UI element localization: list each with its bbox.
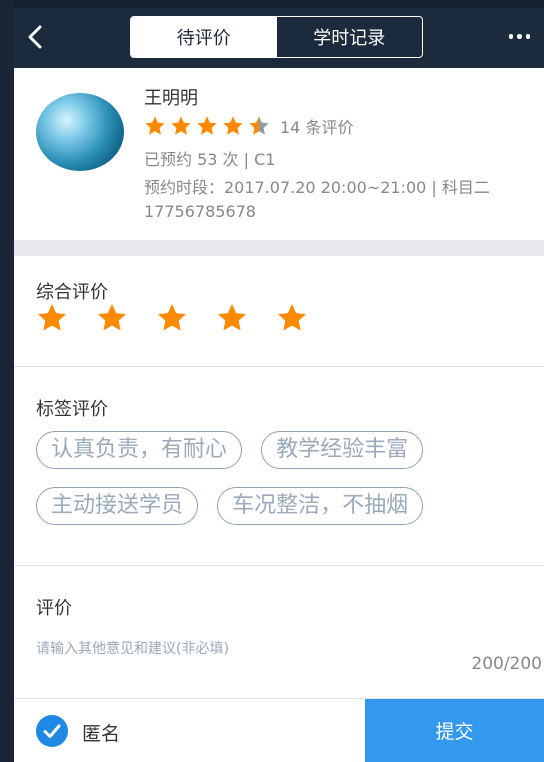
coach-profile-card: 王明明 14 条评价 已预约 53 次 | C1 预约时段：2017.07.20…: [14, 68, 544, 240]
star-icon: [223, 116, 243, 135]
booking-slot: 预约时段：2017.07.20 20:00~21:00 | 科目二: [144, 178, 490, 197]
star-icon: [171, 116, 191, 135]
segmented-tabs: 待评价 学时记录: [130, 16, 423, 58]
comment-title: 评价: [36, 598, 72, 619]
tab-hour-records[interactable]: 学时记录: [277, 17, 423, 57]
section-gap: [14, 240, 544, 256]
anonymous-checkbox[interactable]: [36, 715, 68, 747]
tag-chip[interactable]: 车况整洁，不抽烟: [217, 487, 424, 525]
star-icon[interactable]: [36, 302, 68, 334]
anonymous-label: 匿名: [82, 723, 121, 745]
coach-name: 王明明: [144, 88, 198, 109]
avatar: [36, 93, 124, 171]
star-icon[interactable]: [216, 302, 248, 334]
tag-chip[interactable]: 主动接送学员: [36, 487, 199, 525]
bottom-action-bar: 匿名 提交: [14, 698, 544, 762]
tag-rating-title: 标签评价: [36, 399, 108, 420]
more-dots-icon[interactable]: [508, 34, 530, 39]
tag-rating-section: 标签评价 认真负责，有耐心 教学经验丰富 主动接送学员 车况整洁，不抽烟: [14, 367, 544, 565]
star-icon: [197, 116, 217, 135]
coach-rating: 14 条评价: [144, 114, 353, 138]
submit-button[interactable]: 提交: [365, 699, 544, 762]
tag-list: 认真负责，有耐心 教学经验丰富 主动接送学员 车况整洁，不抽烟: [36, 431, 526, 543]
half-star-icon: [249, 116, 269, 135]
star-icon[interactable]: [96, 302, 128, 334]
app-frame: 待评价 学时记录 王明明 14 条评价 已预约 53 次 | C1 预约时段：2…: [14, 0, 544, 762]
overall-star-rating: [36, 302, 308, 334]
star-icon[interactable]: [276, 302, 308, 334]
top-nav-bar: 待评价 学时记录: [14, 0, 544, 68]
comment-section: 评价 请输入其他意见和建议(非必填) 200/200: [14, 566, 544, 698]
back-arrow-icon[interactable]: [24, 24, 48, 50]
review-count: 14 条评价: [280, 118, 354, 137]
overall-rating-title: 综合评价: [36, 282, 108, 303]
comment-input[interactable]: 请输入其他意见和建议(非必填): [36, 638, 229, 658]
status-bar: [14, 0, 544, 8]
checkmark-icon: [43, 724, 61, 738]
overall-rating-section: 综合评价: [14, 256, 544, 366]
booking-count: 已预约 53 次 | C1: [144, 150, 276, 169]
tag-chip[interactable]: 教学经验丰富: [261, 431, 424, 469]
phone-number: 17756785678: [144, 202, 256, 221]
tag-chip[interactable]: 认真负责，有耐心: [36, 431, 243, 469]
tab-pending-review[interactable]: 待评价: [131, 17, 277, 57]
star-icon[interactable]: [156, 302, 188, 334]
star-icon: [145, 116, 165, 135]
char-counter: 200/200: [471, 654, 542, 674]
